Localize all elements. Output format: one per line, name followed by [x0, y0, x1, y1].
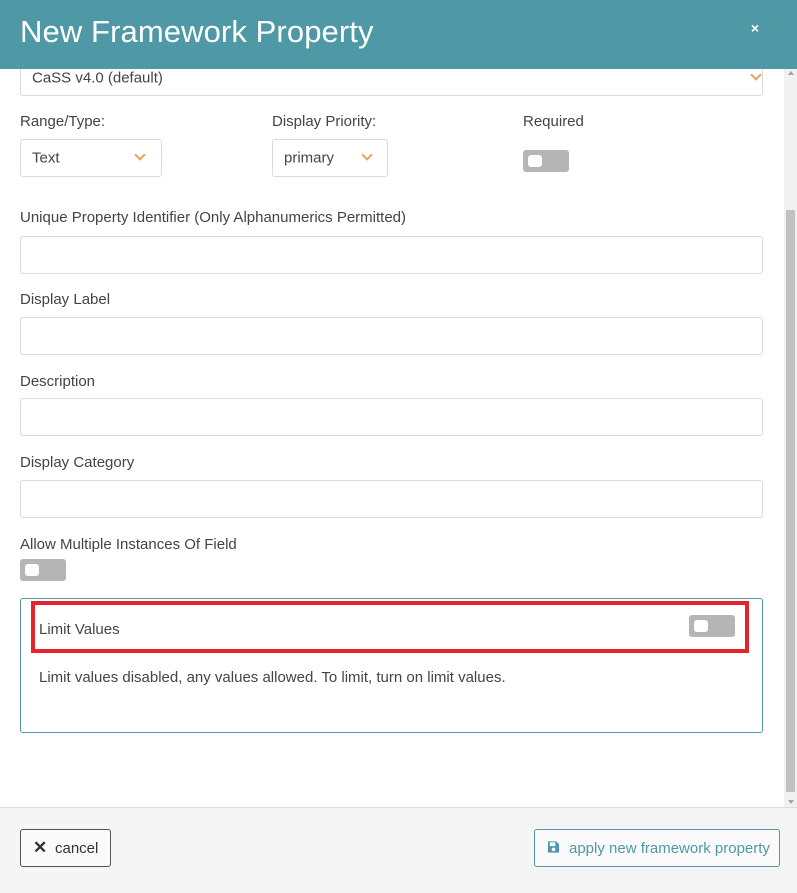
description-input[interactable] [20, 398, 763, 436]
limit-values-description: Limit values disabled, any values allowe… [39, 669, 506, 686]
dialog-title: New Framework Property [20, 14, 374, 49]
display-category-input[interactable] [20, 480, 763, 518]
times-icon: ✕ [33, 838, 48, 857]
toggle-knob [694, 620, 708, 632]
range-type-select[interactable]: Text [20, 139, 162, 177]
scroll-thumb[interactable] [786, 210, 795, 792]
limit-values-toggle[interactable] [689, 615, 735, 637]
unique-identifier-label: Unique Property Identifier (Only Alphanu… [20, 209, 407, 226]
scroll-down-arrow-icon[interactable] [788, 800, 794, 804]
chevron-down-icon [361, 149, 373, 161]
dialog-body: CaSS v4.0 (default) Range/Type: Text Dis… [0, 69, 797, 807]
toggle-knob [25, 564, 39, 576]
limit-values-label: Limit Values [39, 621, 120, 638]
version-select[interactable]: CaSS v4.0 (default) [20, 69, 763, 96]
toggle-knob [528, 155, 542, 167]
save-icon [547, 841, 560, 853]
range-type-value: Text [32, 149, 60, 167]
highlight-box [31, 601, 749, 653]
chevron-down-icon [750, 69, 762, 81]
required-toggle[interactable] [523, 150, 569, 172]
apply-framework-property-button[interactable]: apply new framework property [534, 829, 780, 867]
limit-values-panel: Limit Values Limit values disabled, any … [20, 598, 763, 733]
range-type-label: Range/Type: [20, 113, 106, 130]
version-select-value: CaSS v4.0 (default) [32, 69, 163, 87]
display-priority-select[interactable]: primary [272, 139, 388, 177]
display-priority-value: primary [284, 149, 335, 167]
allow-multiple-label: Allow Multiple Instances Of Field [20, 536, 237, 553]
apply-button-label: apply new framework property [569, 840, 770, 857]
close-icon[interactable]: × [745, 18, 765, 38]
vertical-scrollbar[interactable] [784, 69, 797, 807]
dialog-header: New Framework Property × [0, 0, 797, 69]
description-label: Description [20, 373, 96, 390]
allow-multiple-toggle[interactable] [20, 559, 66, 581]
display-label-input[interactable] [20, 317, 763, 355]
display-priority-label: Display Priority: [272, 113, 377, 130]
required-label: Required [523, 113, 584, 130]
display-label-label: Display Label [20, 291, 111, 308]
cancel-button[interactable]: ✕ cancel [20, 829, 111, 867]
unique-identifier-input[interactable] [20, 236, 763, 274]
display-category-label: Display Category [20, 454, 135, 471]
scroll-up-arrow-icon[interactable] [788, 71, 794, 75]
dialog-footer: ✕ cancel apply new framework property [0, 807, 797, 893]
chevron-down-icon [134, 149, 146, 161]
cancel-button-label: cancel [55, 840, 99, 857]
